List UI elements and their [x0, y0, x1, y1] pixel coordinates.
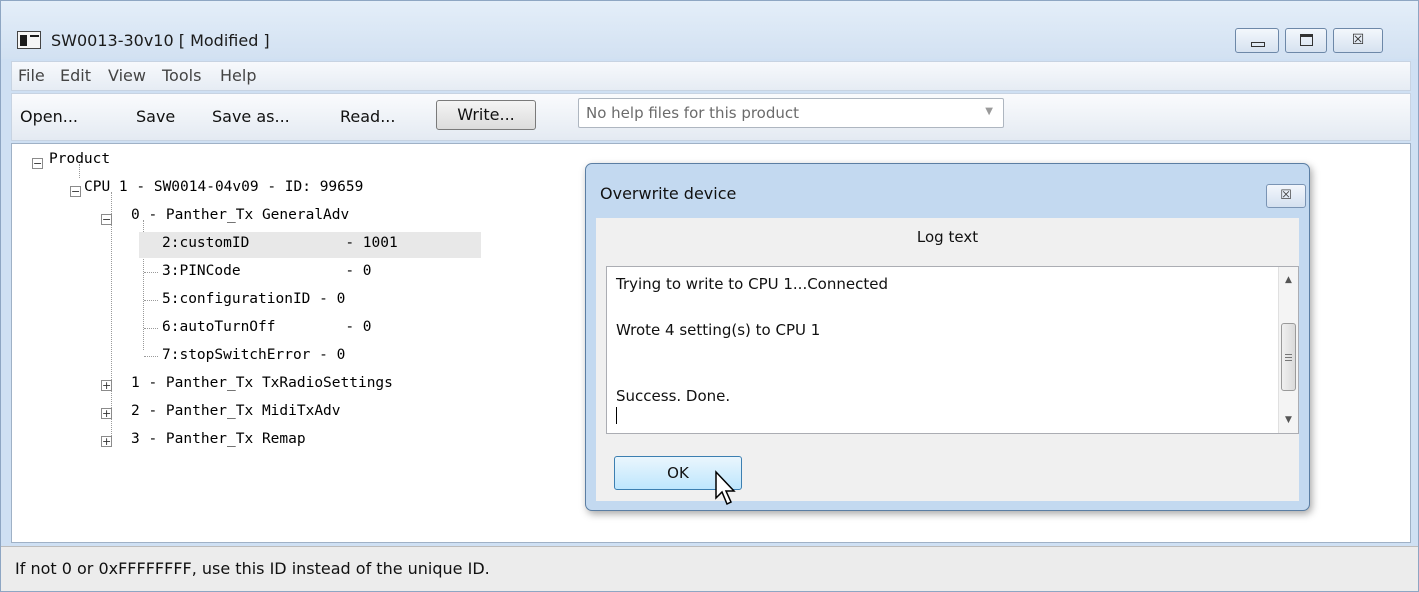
grip-icon	[1285, 354, 1292, 355]
menu-view[interactable]: View	[108, 66, 146, 85]
title-bar[interactable]: SW0013-30v10 [ Modified ] ☒	[1, 1, 1418, 59]
close-button[interactable]: ☒	[1333, 28, 1383, 53]
log-header: Log text	[916, 228, 979, 246]
menu-help[interactable]: Help	[220, 66, 256, 85]
menu-tools[interactable]: Tools	[162, 66, 201, 85]
toolbar: Open... Save Save as... Read... Write...…	[11, 93, 1411, 141]
maximize-button[interactable]	[1285, 28, 1327, 53]
read-button[interactable]: Read...	[340, 107, 395, 126]
log-line: Trying to write to CPU 1...Connected	[616, 275, 888, 293]
status-text: If not 0 or 0xFFFFFFFF, use this ID inst…	[15, 559, 490, 578]
minimize-button[interactable]	[1235, 28, 1279, 53]
tree-group-node[interactable]: 2 - Panther_Tx MidiTxAdv	[131, 403, 341, 419]
maximize-icon	[1300, 34, 1313, 46]
scroll-thumb[interactable]	[1281, 323, 1296, 391]
tree-group-node[interactable]: 3 - Panther_Tx Remap	[131, 431, 306, 447]
tree-connector	[144, 272, 158, 273]
tree-group-node[interactable]: 1 - Panther_Tx TxRadioSettings	[131, 375, 393, 391]
grip-icon	[1285, 357, 1292, 358]
scroll-up-icon[interactable]: ▲	[1279, 271, 1298, 289]
log-line: Success. Done.	[616, 387, 731, 405]
menu-bar: File Edit View Tools Help	[11, 61, 1411, 91]
close-icon: ☒	[1351, 32, 1365, 48]
collapse-icon[interactable]: −	[32, 158, 43, 169]
tree-setting-node[interactable]: 6:autoTurnOff - 0	[162, 319, 372, 335]
tree-connector	[144, 356, 158, 357]
help-files-value: No help files for this product	[586, 104, 800, 122]
chevron-down-icon: ▼	[985, 106, 993, 117]
expand-icon[interactable]: +	[101, 408, 112, 419]
scroll-down-icon[interactable]: ▼	[1279, 411, 1298, 429]
tree-root[interactable]: Product	[49, 151, 110, 167]
dialog-title: Overwrite device	[600, 184, 737, 203]
write-button[interactable]: Write...	[436, 100, 536, 130]
tree-connector	[144, 328, 158, 329]
tree-connector	[111, 192, 112, 440]
collapse-icon[interactable]: −	[101, 214, 112, 225]
app-icon	[17, 31, 41, 49]
tree-group-node[interactable]: 0 - Panther_Tx GeneralAdv	[131, 207, 349, 223]
expand-icon[interactable]: +	[101, 380, 112, 391]
log-scrollbar[interactable]: ▲ ▼	[1278, 267, 1298, 433]
tree-setting-node[interactable]: 7:stopSwitchError - 0	[162, 347, 345, 363]
tree-cpu-node[interactable]: CPU 1 - SW0014-04v09 - ID: 99659	[84, 179, 363, 195]
hand-cursor-icon	[715, 470, 736, 506]
close-icon: ☒	[1280, 188, 1292, 203]
save-as-button[interactable]: Save as...	[212, 107, 290, 126]
save-button[interactable]: Save	[136, 107, 175, 126]
log-line: Wrote 4 setting(s) to CPU 1	[616, 321, 821, 339]
collapse-icon[interactable]: −	[70, 186, 81, 197]
tree-setting-node[interactable]: 5:configurationID - 0	[162, 291, 345, 307]
minimize-icon	[1251, 42, 1265, 47]
tree-connector	[144, 300, 158, 301]
tree-setting-node[interactable]: 3:PINCode - 0	[162, 263, 372, 279]
overwrite-device-dialog: Overwrite device ☒ Log text Trying to wr…	[585, 163, 1310, 511]
dialog-close-button[interactable]: ☒	[1266, 184, 1306, 208]
text-caret	[616, 407, 617, 424]
tree-setting-node[interactable]: 2:customID - 1001	[162, 235, 398, 251]
status-bar: If not 0 or 0xFFFFFFFF, use this ID inst…	[1, 546, 1418, 591]
window-title: SW0013-30v10 [ Modified ]	[51, 31, 270, 50]
grip-icon	[1285, 360, 1292, 361]
expand-icon[interactable]: +	[101, 436, 112, 447]
log-textbox[interactable]: Trying to write to CPU 1...Connected Wro…	[606, 266, 1299, 434]
menu-file[interactable]: File	[18, 66, 45, 85]
open-button[interactable]: Open...	[20, 107, 78, 126]
dialog-body: Log text Trying to write to CPU 1...Conn…	[596, 218, 1299, 501]
menu-edit[interactable]: Edit	[60, 66, 91, 85]
help-files-dropdown[interactable]: No help files for this product ▼	[578, 98, 1004, 128]
